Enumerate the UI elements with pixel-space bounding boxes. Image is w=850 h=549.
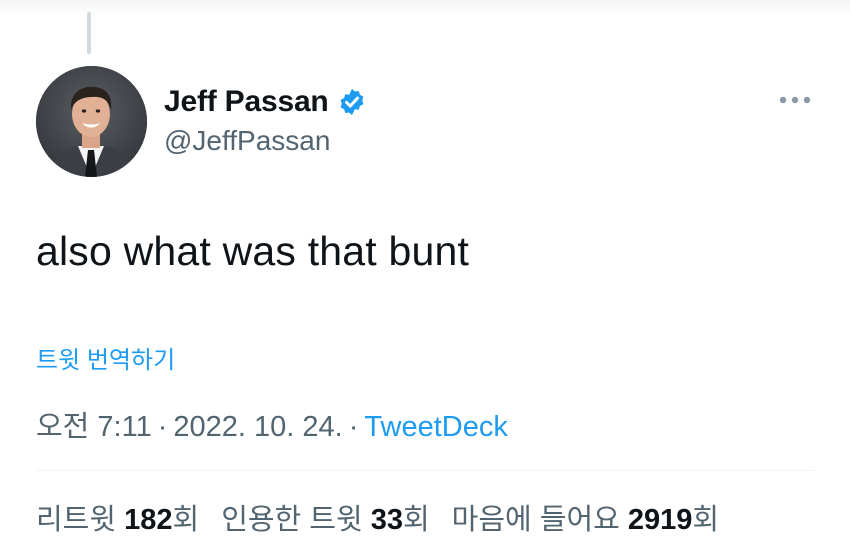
name-row: Jeff Passan — [164, 84, 367, 120]
stat-label: 리트윗 — [36, 504, 117, 536]
tweet-time[interactable]: 오전 7:11 — [36, 411, 152, 443]
more-options-button[interactable] — [776, 88, 814, 112]
meta-separator: · — [157, 411, 168, 443]
profile-photo-icon — [36, 66, 147, 177]
stat-number: 182 — [124, 504, 173, 536]
author-info: Jeff Passan @JeffPassan — [164, 84, 367, 157]
tweet-source-link[interactable]: TweetDeck — [364, 411, 507, 443]
verified-badge-icon — [337, 87, 367, 117]
author-display-name[interactable]: Jeff Passan — [164, 85, 329, 119]
author-handle[interactable]: @JeffPassan — [164, 125, 367, 157]
tweet-date[interactable]: 2022. 10. 24. — [173, 411, 342, 443]
tweet-stats: 리트윗 182회 인용한 트윗 33회 마음에 들어요 2919회 — [36, 496, 741, 538]
retweet-count[interactable]: 리트윗 182회 — [36, 496, 199, 538]
tweet-text: also what was that bunt — [36, 228, 470, 274]
stat-suffix: 회 — [692, 504, 720, 536]
stat-label: 마음에 들어요 — [451, 504, 620, 536]
like-count[interactable]: 마음에 들어요 2919회 — [452, 496, 719, 538]
stat-number: 2919 — [627, 504, 693, 536]
stat-suffix: 회 — [172, 504, 200, 536]
translate-tweet-link[interactable]: 트윗 번역하기 — [36, 340, 175, 375]
thread-connector-line — [87, 12, 91, 54]
quote-tweet-count[interactable]: 인용한 트윗 33회 — [221, 496, 429, 538]
ellipsis-icon — [779, 96, 811, 104]
previous-tweet-edge — [0, 0, 850, 16]
stat-suffix: 회 — [402, 504, 430, 536]
stat-number: 33 — [370, 504, 403, 536]
tweet-detail: Jeff Passan @JeffPassan also what was th… — [0, 0, 850, 549]
tweet-meta: 오전 7:11 · 2022. 10. 24. · TweetDeck — [36, 403, 508, 445]
meta-separator: · — [348, 411, 359, 443]
stat-label: 인용한 트윗 — [221, 504, 363, 536]
divider — [36, 470, 814, 471]
avatar[interactable] — [36, 66, 147, 177]
